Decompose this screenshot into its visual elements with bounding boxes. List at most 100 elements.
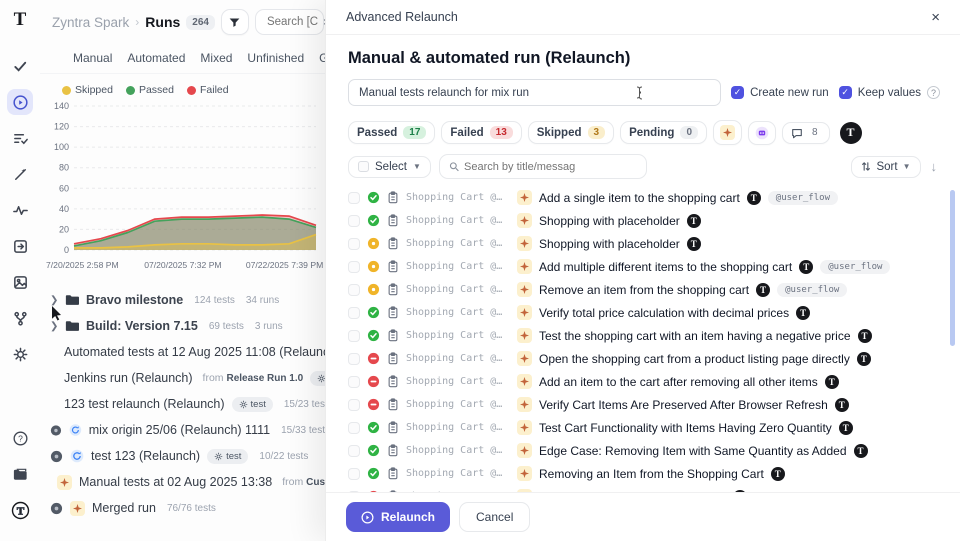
import-nav-icon[interactable] (7, 233, 33, 259)
pending-filter-chip[interactable]: Pending0 (620, 121, 707, 144)
test-row[interactable]: Shopping Cart @… Shopping with placehold… (348, 232, 940, 255)
test-title[interactable]: Add a single item to the shopping cart (539, 191, 740, 205)
chevron-right-icon[interactable]: ❯ (50, 295, 58, 306)
test-plans-nav-icon[interactable] (7, 125, 33, 151)
download-arrow-icon[interactable]: ↓ (928, 159, 941, 174)
runs-search[interactable]: × (255, 9, 324, 35)
test-title[interactable]: Edge Case: Removing Item with Same Quant… (539, 444, 847, 458)
tab-unfinished[interactable]: Unfinished (247, 51, 304, 65)
row-checkbox[interactable] (348, 215, 360, 227)
test-title[interactable]: Verify total price calculation with deci… (539, 306, 789, 320)
test-row[interactable]: Shopping Cart @… Test the shopping cart … (348, 324, 940, 347)
test-row[interactable]: Shopping Cart @… Verify Cart Items Are P… (348, 393, 940, 416)
keep-values-help-icon[interactable]: ? (927, 86, 940, 99)
run-name[interactable]: 123 test relaunch (Relaunch) (64, 397, 225, 411)
keep-values-option[interactable]: ✓ Keep values ? (839, 86, 940, 99)
help-icon[interactable]: ? (7, 425, 33, 451)
test-title[interactable]: Shopping with placeholder (539, 214, 680, 228)
checks-nav-icon[interactable] (7, 53, 33, 79)
row-checkbox[interactable] (348, 445, 360, 457)
create-new-run-checkbox[interactable]: ✓ (731, 86, 744, 99)
select-all-checkbox[interactable] (358, 161, 369, 172)
test-row[interactable]: Shopping Cart @… Shopping with placehold… (348, 209, 940, 232)
run-row[interactable]: 123 test relaunch (Relaunch) test 15/23 … (50, 391, 330, 417)
manual-filter-chip[interactable] (713, 120, 742, 145)
media-nav-icon[interactable] (7, 269, 33, 295)
filter-button[interactable] (221, 9, 249, 35)
projects-folder-icon[interactable] (7, 461, 33, 487)
test-row[interactable]: Shopping Cart @… Edge Case: Removing Ite… (348, 439, 940, 462)
run-row[interactable]: test 123 (Relaunch) test 10/22 tests (50, 443, 330, 469)
create-new-run-option[interactable]: ✓ Create new run (731, 86, 829, 99)
runs-search-input[interactable] (267, 16, 319, 28)
test-row[interactable]: Shopping Cart @… Open the shopping cart … (348, 347, 940, 370)
milestone-name[interactable]: Bravo milestone (86, 293, 183, 307)
run-name[interactable]: mix origin 25/06 (Relaunch) 1111 (89, 423, 270, 437)
test-title[interactable]: Shopping with placeholder (539, 237, 680, 251)
row-checkbox[interactable] (348, 330, 360, 342)
breadcrumb-page[interactable]: Runs (145, 14, 180, 30)
row-checkbox[interactable] (348, 422, 360, 434)
row-checkbox[interactable] (348, 353, 360, 365)
analytics-nav-icon[interactable] (7, 197, 33, 223)
skipped-filter-chip[interactable]: Skipped3 (528, 121, 614, 144)
row-checkbox[interactable] (348, 284, 360, 296)
test-row[interactable]: Shopping Cart @… Add an item to the cart… (348, 370, 940, 393)
test-title[interactable]: Add an item to the cart after removing a… (539, 375, 818, 389)
run-name-input[interactable] (348, 79, 721, 106)
test-title[interactable]: Add multiple different items to the shop… (539, 260, 792, 274)
select-dropdown[interactable]: Select ▼ (348, 156, 431, 178)
row-checkbox[interactable] (348, 491, 360, 493)
wand-nav-icon[interactable] (7, 161, 33, 187)
row-checkbox[interactable] (348, 376, 360, 388)
run-name[interactable]: test 123 (Relaunch) (91, 449, 200, 463)
run-name[interactable]: Automated tests at 12 Aug 2025 11:08 (Re… (64, 345, 330, 359)
test-title[interactable]: Remove an item from the shopping cart (539, 283, 749, 297)
row-checkbox[interactable] (348, 192, 360, 204)
milestone-row[interactable]: ❯ Bravo milestone 124 tests34 runs (50, 287, 330, 313)
user-avatar[interactable]: T (7, 497, 33, 523)
run-row[interactable]: Jenkins run (Relaunch) from Release Run … (50, 365, 330, 391)
modal-scrollbar[interactable] (950, 190, 955, 346)
test-row[interactable]: Shopping Cart @… Test Removing an Item R… (348, 485, 940, 492)
tab-manual[interactable]: Manual (73, 51, 112, 65)
test-search-input[interactable] (464, 161, 637, 173)
failed-filter-chip[interactable]: Failed13 (441, 121, 521, 144)
run-name[interactable]: Manual tests at 02 Aug 2025 13:38 (79, 475, 272, 489)
comments-chip[interactable]: 8 (782, 122, 830, 144)
tab-mixed[interactable]: Mixed (200, 51, 232, 65)
keep-values-checkbox[interactable]: ✓ (839, 86, 852, 99)
test-title[interactable]: Removing an Item from the Shopping Cart (539, 467, 764, 481)
passed-filter-chip[interactable]: Passed17 (348, 121, 435, 144)
run-row[interactable]: Manual tests at 02 Aug 2025 13:38 from C… (50, 469, 330, 495)
test-title[interactable]: Test Cart Functionality with Items Havin… (539, 421, 832, 435)
row-checkbox[interactable] (348, 468, 360, 480)
run-row[interactable]: Automated tests at 12 Aug 2025 11:08 (Re… (50, 339, 330, 365)
test-title[interactable]: Test Removing an Item Repeatedly (539, 490, 726, 493)
milestone-name[interactable]: Build: Version 7.15 (86, 319, 198, 333)
test-title[interactable]: Test the shopping cart with an item havi… (539, 329, 851, 343)
run-name[interactable]: Jenkins run (Relaunch) (64, 371, 193, 385)
branch-nav-icon[interactable] (7, 305, 33, 331)
test-title[interactable]: Open the shopping cart from a product li… (539, 352, 850, 366)
test-row[interactable]: Shopping Cart @… Removing an Item from t… (348, 462, 940, 485)
row-checkbox[interactable] (348, 261, 360, 273)
run-name[interactable]: Merged run (92, 501, 156, 515)
breadcrumb-project[interactable]: Zyntra Spark (52, 15, 129, 30)
row-checkbox[interactable] (348, 307, 360, 319)
run-row[interactable]: mix origin 25/06 (Relaunch) 1111 15/33 t… (50, 417, 330, 443)
runs-nav-icon[interactable] (7, 89, 33, 115)
run-row[interactable]: Merged run 76/76 tests (50, 495, 330, 521)
settings-nav-icon[interactable] (7, 341, 33, 367)
app-logo[interactable]: T (14, 9, 27, 31)
relaunch-button[interactable]: Relaunch (346, 502, 450, 532)
test-row[interactable]: Shopping Cart @… Add multiple different … (348, 255, 940, 278)
test-title[interactable]: Verify Cart Items Are Preserved After Br… (539, 398, 828, 412)
close-icon[interactable]: × (931, 10, 940, 25)
cancel-button[interactable]: Cancel (459, 502, 530, 532)
test-row[interactable]: Shopping Cart @… Test Cart Functionality… (348, 416, 940, 439)
chevron-right-icon[interactable]: ❯ (50, 321, 58, 332)
automated-filter-chip[interactable] (748, 121, 776, 145)
test-row[interactable]: Shopping Cart @… Add a single item to th… (348, 186, 940, 209)
sort-dropdown[interactable]: Sort ▼ (851, 156, 920, 178)
